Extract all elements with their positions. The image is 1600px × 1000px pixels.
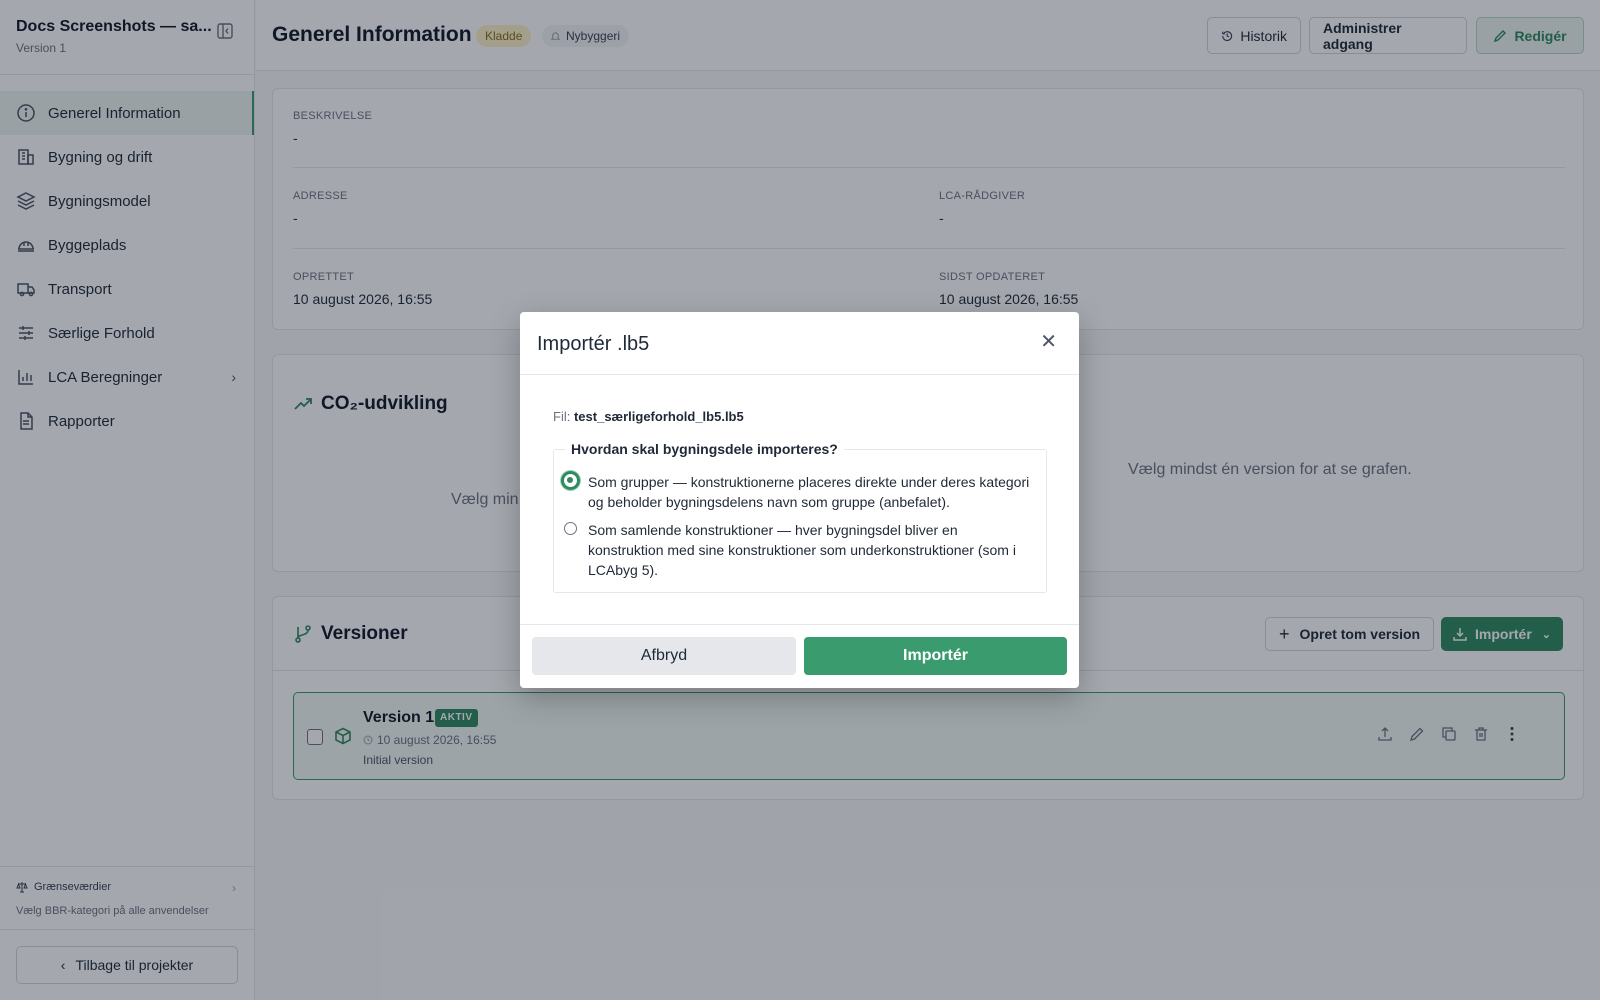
option-label: Som samlende konstruktioner — hver bygni… <box>588 522 1016 578</box>
radio-selected[interactable] <box>564 474 577 487</box>
file-info: Fil: test_særligeforhold_lb5.lb5 <box>553 409 744 424</box>
option-as-constructions[interactable]: Som samlende konstruktioner — hver bygni… <box>564 520 1033 580</box>
import-mode-question: Hvordan skal bygningsdele importeres? <box>565 441 844 457</box>
radio-unselected[interactable] <box>564 522 577 535</box>
file-label: Fil: <box>553 409 571 424</box>
option-as-groups[interactable]: Som grupper — konstruktionerne placeres … <box>564 472 1033 512</box>
option-label: Som grupper — konstruktionerne placeres … <box>588 474 1030 510</box>
file-name: test_særligeforhold_lb5.lb5 <box>573 409 744 424</box>
import-mode-group: Hvordan skal bygningsdele importeres? So… <box>553 441 1047 593</box>
dialog-footer: Afbryd Importér <box>520 624 1079 688</box>
dialog-title: Importér .lb5 <box>537 333 650 355</box>
import-lb5-dialog: Importér .lb5 ✕ Fil: test_særligeforhold… <box>520 312 1079 688</box>
import-button[interactable]: Importér <box>804 637 1067 675</box>
cancel-button[interactable]: Afbryd <box>532 637 796 675</box>
dialog-header: Importér .lb5 ✕ <box>520 312 1079 375</box>
close-icon[interactable]: ✕ <box>1040 332 1057 352</box>
